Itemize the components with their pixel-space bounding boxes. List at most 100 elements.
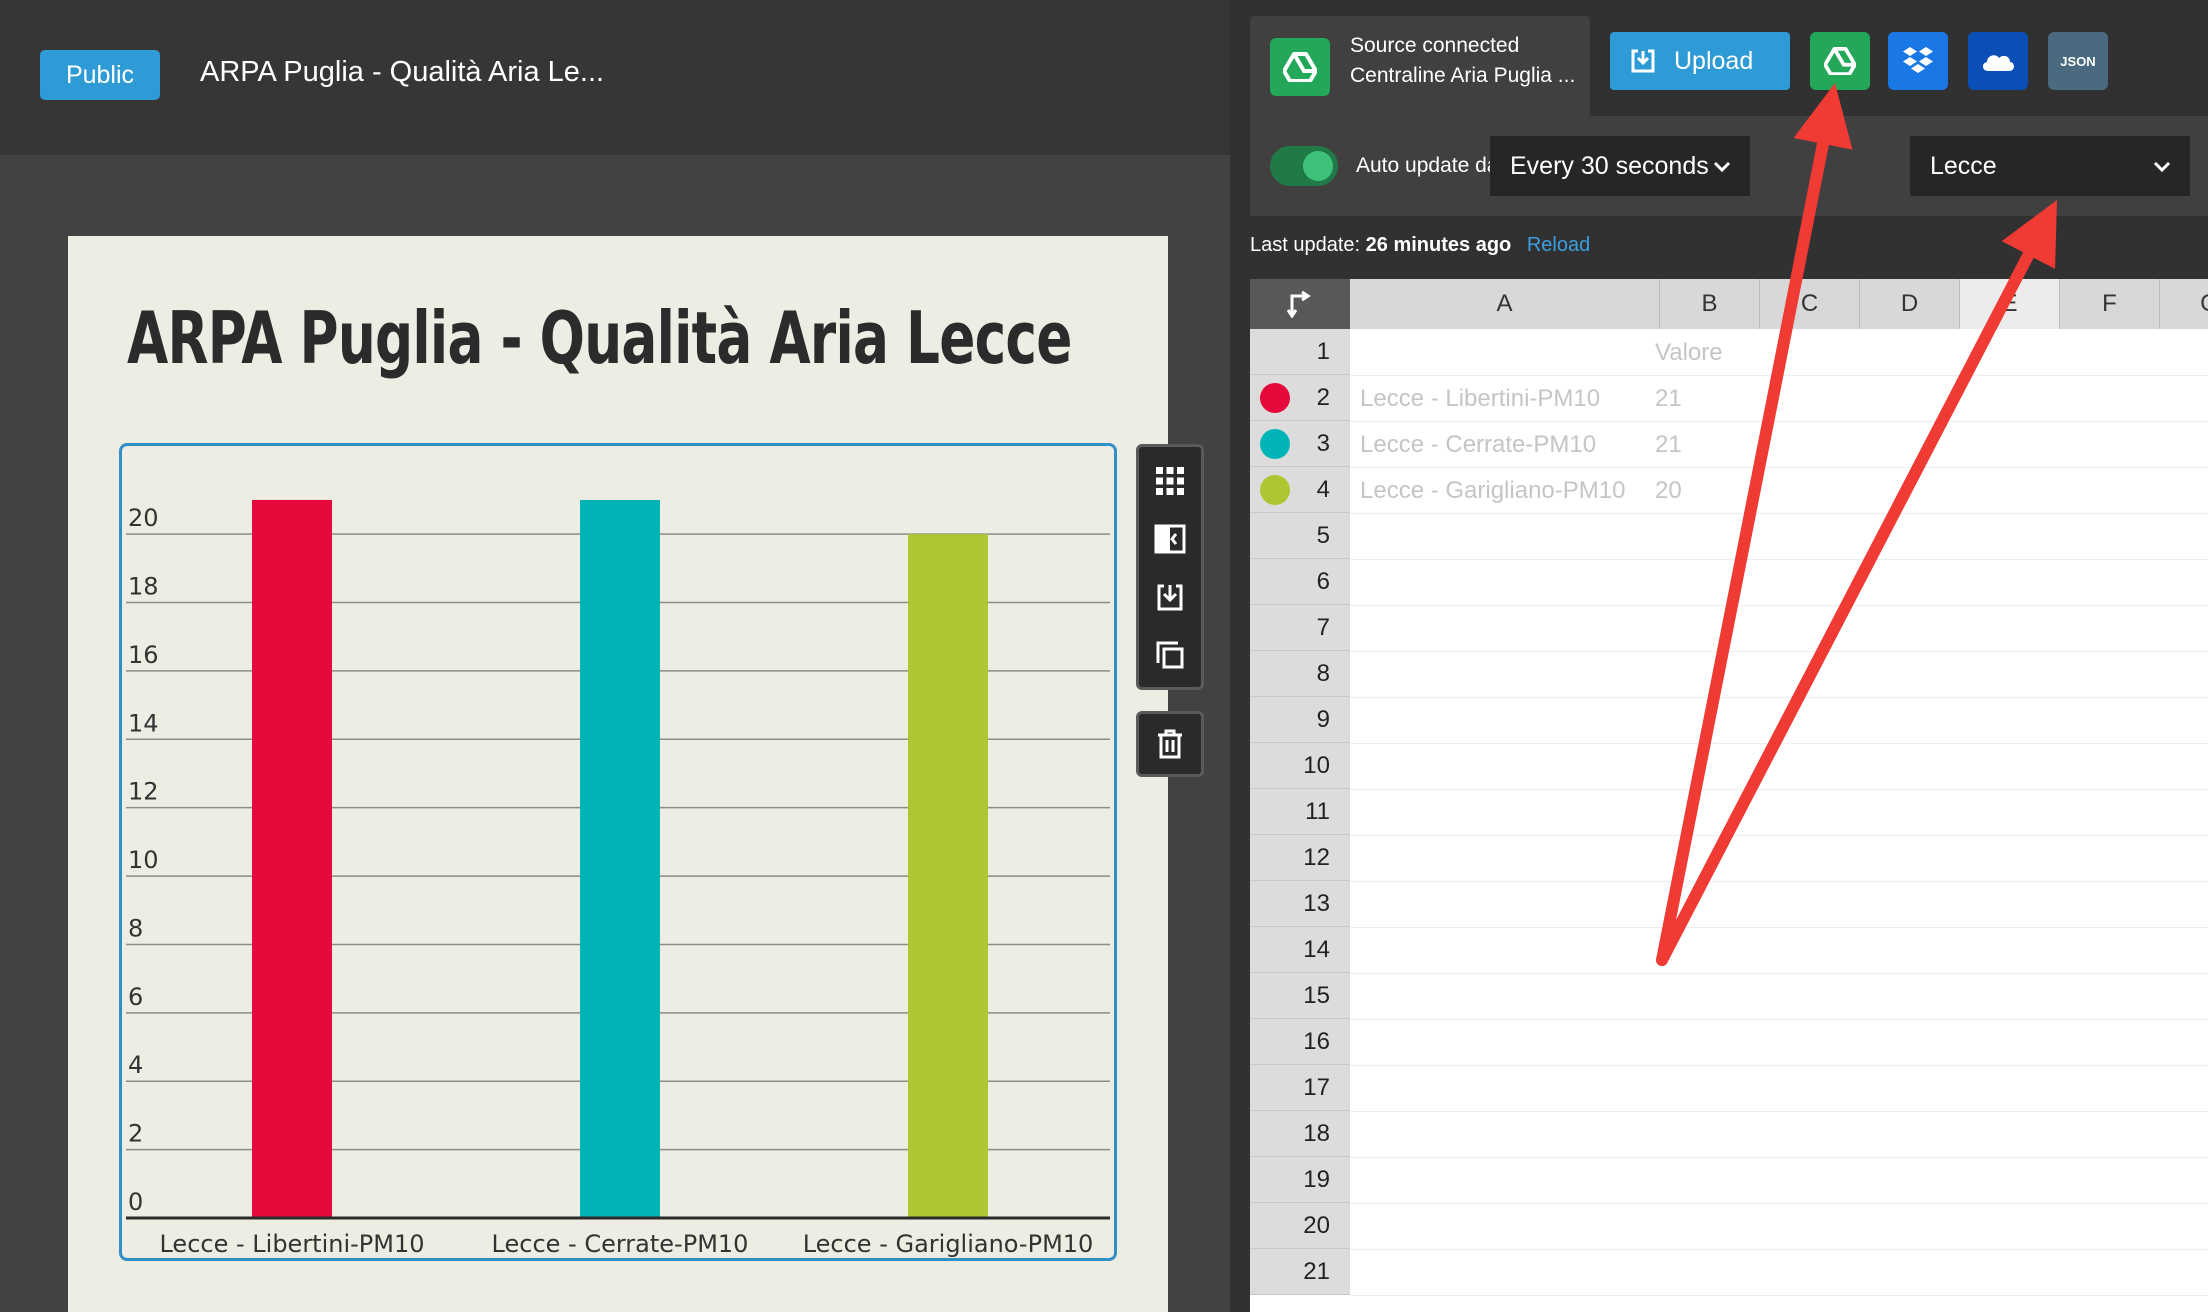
y-tick-label: 20: [128, 504, 159, 532]
onedrive-button[interactable]: [1968, 32, 2028, 90]
row-number: 19: [1303, 1165, 1330, 1193]
row-header[interactable]: 14: [1250, 927, 1350, 973]
y-tick-label: 0: [128, 1188, 143, 1216]
row-gridline: [1350, 697, 2208, 698]
y-tick-label: 6: [128, 983, 143, 1011]
delete-chart-button[interactable]: [1136, 711, 1204, 777]
column-header-b[interactable]: B: [1660, 279, 1760, 329]
row-number: 3: [1316, 429, 1330, 457]
row-header[interactable]: 7: [1250, 605, 1350, 651]
row-number: 2: [1316, 383, 1330, 411]
row-gridline: [1350, 1203, 2208, 1204]
table-cell[interactable]: Lecce - Cerrate-PM10: [1360, 431, 1596, 459]
duplicate-icon[interactable]: [1139, 627, 1201, 683]
auto-update-toggle[interactable]: [1270, 146, 1338, 186]
column-header-d[interactable]: D: [1860, 279, 1960, 329]
source-status: Source connected: [1350, 34, 1520, 57]
row-header[interactable]: 5: [1250, 513, 1350, 559]
upload-button[interactable]: Upload: [1610, 32, 1790, 90]
download-icon[interactable]: [1139, 569, 1201, 625]
y-tick-label: 18: [128, 573, 159, 601]
row-gridline: [1350, 743, 2208, 744]
project-title[interactable]: ARPA Puglia - Qualità Aria Le...: [200, 56, 604, 89]
row-gridline: [1350, 789, 2208, 790]
row-header[interactable]: 8: [1250, 651, 1350, 697]
row-number: 6: [1316, 567, 1330, 595]
row-header[interactable]: 12: [1250, 835, 1350, 881]
column-header-g[interactable]: G: [2160, 279, 2208, 329]
transpose-icon: [1286, 290, 1311, 318]
row-header[interactable]: 11: [1250, 789, 1350, 835]
row-number: 20: [1303, 1211, 1330, 1239]
row-header[interactable]: 16: [1250, 1019, 1350, 1065]
row-gridline: [1350, 605, 2208, 606]
toggle-knob: [1303, 151, 1333, 181]
row-number: 10: [1303, 751, 1330, 779]
row-number: 14: [1303, 935, 1330, 963]
dropbox-button[interactable]: [1888, 32, 1948, 90]
row-gridline: [1350, 1019, 2208, 1020]
reload-link[interactable]: Reload: [1527, 234, 1590, 256]
row-number: 4: [1316, 475, 1330, 503]
y-tick-label: 10: [128, 846, 159, 874]
row-header[interactable]: 21: [1250, 1249, 1350, 1295]
row-header[interactable]: 9: [1250, 697, 1350, 743]
row-header[interactable]: 13: [1250, 881, 1350, 927]
series-color-dot[interactable]: [1260, 475, 1290, 505]
column-header-e[interactable]: E: [1960, 279, 2060, 329]
spreadsheet[interactable]: ABCDEFG 12345678910111213141516171819202…: [1250, 279, 2208, 1312]
row-gridline: [1350, 467, 2208, 468]
y-tick-label: 16: [128, 641, 159, 669]
column-header-f[interactable]: F: [2060, 279, 2160, 329]
chart-frame[interactable]: 0 2 4 6 8 10 12 14 16 18 20 Lecce - Libertini-PM10 L…: [119, 443, 1117, 1261]
row-gridline: [1350, 1295, 2208, 1296]
y-tick-label: 4: [128, 1051, 143, 1079]
data-source-box[interactable]: Source connected Centraline Aria Puglia …: [1250, 16, 1590, 116]
y-tick-label: 8: [128, 914, 143, 942]
row-gridline: [1350, 1249, 2208, 1250]
json-button[interactable]: JSON: [2048, 32, 2108, 90]
row-header[interactable]: 2: [1250, 375, 1350, 421]
dropbox-icon: [1903, 47, 1933, 73]
row-header[interactable]: 17: [1250, 1065, 1350, 1111]
editor-area: Public ARPA Puglia - Qualità Aria Le... …: [0, 0, 1230, 1312]
series-color-dot[interactable]: [1260, 429, 1290, 459]
transpose-corner-button[interactable]: [1250, 279, 1350, 329]
row-header[interactable]: 3: [1250, 421, 1350, 467]
city-select[interactable]: Lecce: [1910, 136, 2190, 196]
grid-icon[interactable]: [1139, 453, 1201, 509]
row-number: 8: [1316, 659, 1330, 687]
google-drive-button[interactable]: [1810, 32, 1870, 90]
row-header[interactable]: 20: [1250, 1203, 1350, 1249]
column-header-c[interactable]: C: [1760, 279, 1860, 329]
row-number: 21: [1303, 1257, 1330, 1285]
row-header[interactable]: 15: [1250, 973, 1350, 1019]
row-header[interactable]: 18: [1250, 1111, 1350, 1157]
row-header[interactable]: 10: [1250, 743, 1350, 789]
table-cell[interactable]: 21: [1655, 431, 1682, 459]
row-header[interactable]: 4: [1250, 467, 1350, 513]
table-cell[interactable]: Valore: [1655, 339, 1723, 367]
row-header[interactable]: 6: [1250, 559, 1350, 605]
swap-icon[interactable]: [1139, 511, 1201, 567]
table-cell[interactable]: Lecce - Garigliano-PM10: [1360, 477, 1625, 505]
row-header[interactable]: 19: [1250, 1157, 1350, 1203]
source-name: Centraline Aria Puglia ...: [1350, 64, 1576, 87]
public-button[interactable]: Public: [40, 50, 160, 100]
column-header-a[interactable]: A: [1350, 279, 1660, 329]
row-number: 13: [1303, 889, 1330, 917]
chart-title[interactable]: ARPA Puglia - Qualità Aria Lecce: [127, 296, 1072, 380]
row-gridline: [1350, 973, 2208, 974]
row-header[interactable]: 1: [1250, 329, 1350, 375]
row-number: 1: [1316, 337, 1330, 365]
series-color-dot[interactable]: [1260, 383, 1290, 413]
interval-select[interactable]: Every 30 seconds: [1490, 136, 1750, 196]
table-cell[interactable]: 21: [1655, 385, 1682, 413]
table-cell[interactable]: Lecce - Libertini-PM10: [1360, 385, 1600, 413]
last-update-value: 26 minutes ago: [1365, 234, 1512, 256]
row-gridline: [1350, 559, 2208, 560]
table-cell[interactable]: 20: [1655, 477, 1682, 505]
upload-label: Upload: [1674, 46, 1754, 75]
chart-canvas: ARPA Puglia - Qualità Aria Lecce 0 2 4 6 8 10…: [68, 236, 1168, 1312]
city-value: Lecce: [1930, 151, 1997, 180]
